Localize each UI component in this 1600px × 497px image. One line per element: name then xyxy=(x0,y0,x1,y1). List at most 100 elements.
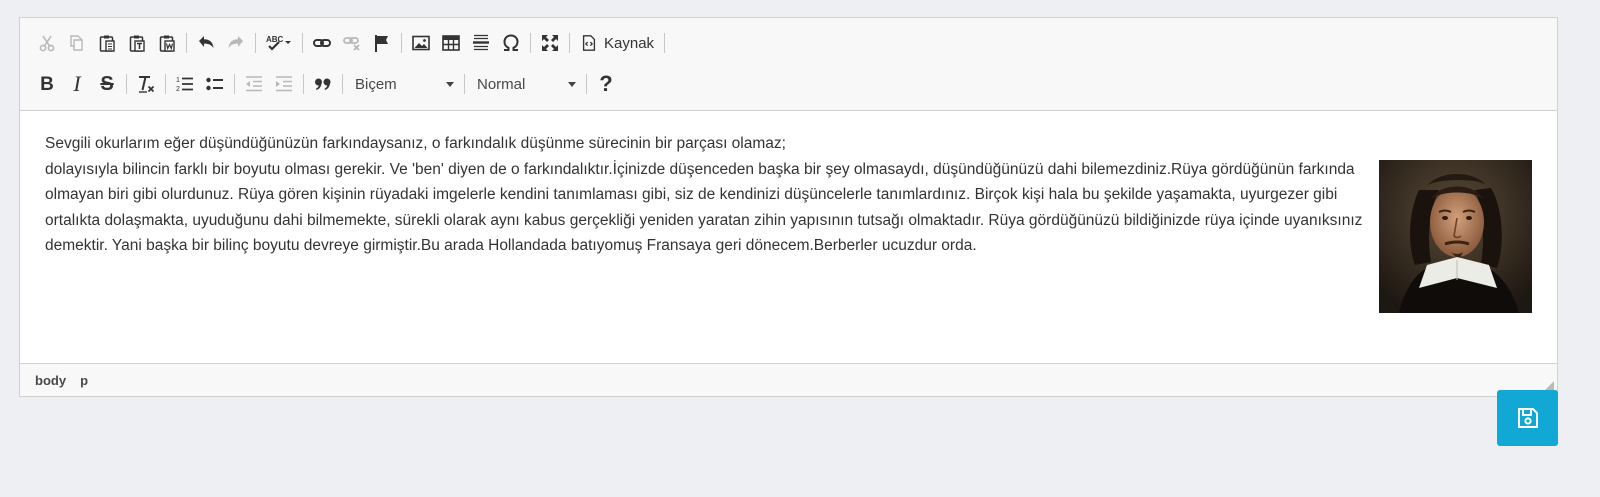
save-button[interactable] xyxy=(1497,390,1558,446)
image-button[interactable] xyxy=(406,29,436,57)
remove-format-button[interactable] xyxy=(131,70,161,98)
bold-button[interactable]: B xyxy=(32,70,62,98)
blockquote-button[interactable] xyxy=(308,70,338,98)
anchor-button[interactable] xyxy=(367,29,397,57)
cut-button[interactable] xyxy=(32,29,62,57)
insert-group xyxy=(406,30,526,56)
format-combo-value: Normal xyxy=(477,75,526,93)
undo-icon xyxy=(199,36,214,49)
clipboard-word-icon xyxy=(159,35,175,52)
horizontal-rule-icon xyxy=(473,34,489,51)
special-char-button[interactable] xyxy=(496,29,526,57)
toolbar-separator xyxy=(303,74,304,94)
toolbar-row-2: B I S 12 Biçem Normal ? xyxy=(32,67,1557,101)
table-icon xyxy=(442,35,460,51)
strikethrough-button[interactable]: S xyxy=(92,70,122,98)
toolbar-separator xyxy=(586,74,587,94)
toolbar-separator xyxy=(302,33,303,53)
scissors-icon xyxy=(39,35,55,52)
indent-icon xyxy=(276,76,292,92)
copy-button[interactable] xyxy=(62,29,92,57)
outdent-icon xyxy=(246,76,262,92)
unlink-button[interactable] xyxy=(337,29,367,57)
clipboard-group xyxy=(32,30,182,56)
outdent-button[interactable] xyxy=(239,70,269,98)
help-icon: ? xyxy=(599,71,613,96)
toolbar-separator xyxy=(530,33,531,53)
toolbar-separator xyxy=(464,74,465,94)
image-icon xyxy=(412,35,430,51)
undo-button[interactable] xyxy=(191,29,221,57)
omega-icon xyxy=(503,34,519,51)
chevron-down-icon xyxy=(446,81,454,87)
quote-icon xyxy=(315,78,331,90)
link-button[interactable] xyxy=(307,29,337,57)
numbered-list-button[interactable]: 12 xyxy=(170,70,200,98)
redo-button[interactable] xyxy=(221,29,251,57)
list-group: 12 xyxy=(170,71,230,97)
content-paragraph: dolayısıyla bilincin farklı bir boyutu o… xyxy=(45,160,1363,255)
numbered-list-icon: 12 xyxy=(176,77,193,93)
copy-icon xyxy=(70,35,83,51)
indent-group xyxy=(239,71,299,97)
style-combo[interactable]: Biçem xyxy=(347,70,460,98)
editor-content[interactable]: Sevgili okurlarım eğer düşündüğünüzün fa… xyxy=(20,111,1557,357)
maximize-icon xyxy=(542,35,558,51)
spellcheck-group: ABC xyxy=(260,30,298,56)
floppy-disk-icon xyxy=(1517,408,1538,428)
history-group xyxy=(191,30,251,56)
style-combo-value: Biçem xyxy=(355,75,397,93)
source-group: Kaynak xyxy=(574,30,660,56)
source-document-icon xyxy=(582,35,596,51)
link-group xyxy=(307,30,397,56)
help-button[interactable]: ? xyxy=(591,70,621,98)
paste-word-button[interactable] xyxy=(152,29,182,57)
horizontal-rule-button[interactable] xyxy=(466,29,496,57)
basic-style-group: B I S xyxy=(32,71,122,97)
rich-text-editor: ABC Kaynak B I S 1 2 Biçem Normal ? Sevg… xyxy=(19,17,1558,397)
toolbar-separator xyxy=(664,33,666,53)
toolbar-separator xyxy=(401,33,402,53)
bulleted-list-icon xyxy=(206,77,223,91)
block-group xyxy=(308,71,338,97)
toolbar-separator xyxy=(255,33,256,53)
italic-icon: I xyxy=(73,71,81,96)
toolbar-separator xyxy=(342,74,343,94)
spellcheck-button[interactable]: ABC xyxy=(260,29,298,57)
bold-icon: B xyxy=(40,73,54,95)
paste-text-button[interactable] xyxy=(122,29,152,57)
toolbar-separator xyxy=(186,33,187,53)
chevron-down-icon xyxy=(568,81,576,87)
svg-text:2: 2 xyxy=(176,86,180,93)
clipboard-text-icon xyxy=(129,35,145,52)
toolbar-separator xyxy=(165,74,166,94)
strikethrough-icon: S xyxy=(100,73,114,95)
flag-icon xyxy=(375,35,388,52)
element-path-body[interactable]: body xyxy=(35,373,66,388)
toolbar-separator xyxy=(569,33,570,53)
cleanup-group xyxy=(131,71,161,97)
svg-text:1: 1 xyxy=(176,77,180,84)
bulleted-list-button[interactable] xyxy=(200,70,230,98)
redo-icon xyxy=(228,36,243,49)
element-path-p[interactable]: p xyxy=(80,373,88,388)
source-button-label: Kaynak xyxy=(604,34,655,52)
maximize-button[interactable] xyxy=(535,29,565,57)
editor-toolbar: ABC Kaynak B I S 1 2 Biçem Normal ? xyxy=(20,18,1557,111)
source-button[interactable]: Kaynak xyxy=(574,29,660,57)
element-path-bar: body p xyxy=(20,363,1557,396)
paste-button[interactable] xyxy=(92,29,122,57)
svg-text:ABC: ABC xyxy=(266,35,284,44)
portrait-image xyxy=(1379,159,1532,313)
indent-button[interactable] xyxy=(269,70,299,98)
clipboard-icon xyxy=(99,35,115,52)
format-combo[interactable]: Normal xyxy=(469,70,582,98)
italic-button[interactable]: I xyxy=(62,70,92,98)
unlink-icon xyxy=(343,37,360,51)
toolbar-separator xyxy=(234,74,235,94)
link-icon xyxy=(313,39,331,47)
table-button[interactable] xyxy=(436,29,466,57)
content-line-1: Sevgili okurlarım eğer düşündüğünüzün fa… xyxy=(45,135,786,152)
spellcheck-icon: ABC xyxy=(266,35,291,51)
remove-format-icon xyxy=(139,76,155,93)
